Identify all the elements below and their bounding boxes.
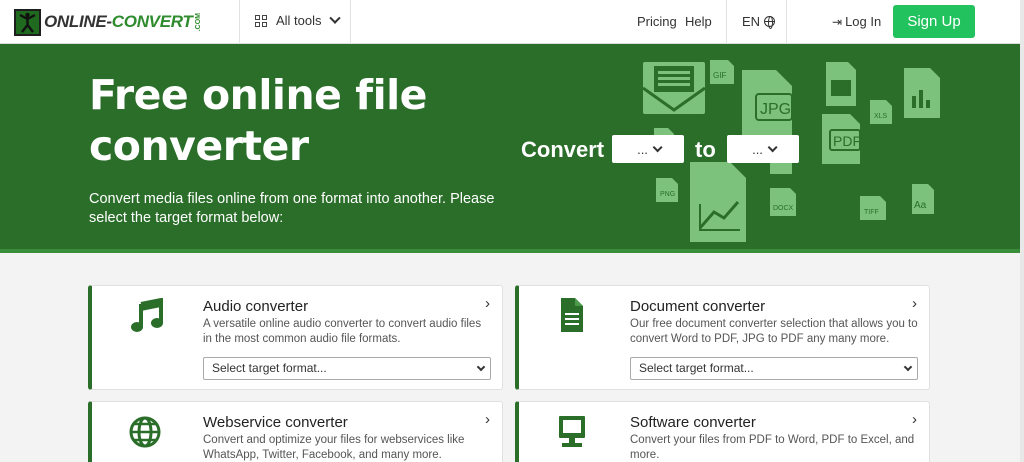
header-divider bbox=[726, 0, 727, 44]
chevron-right-icon[interactable]: › bbox=[912, 411, 917, 428]
to-label: to bbox=[695, 137, 716, 162]
card-description: Convert your files from PDF to Word, PDF… bbox=[630, 434, 915, 461]
document-converter-card[interactable]: Document converter Our free document con… bbox=[515, 285, 930, 390]
chevron-down-icon bbox=[328, 12, 341, 24]
logo-mark-icon bbox=[14, 8, 41, 36]
jpg-label: JPG bbox=[760, 101, 791, 118]
logo-dotcom: .COM bbox=[194, 12, 202, 32]
globe-icon bbox=[129, 416, 161, 448]
top-navigation-bar: ONLINE-CONVERT .COM All tools Pricing He… bbox=[0, 0, 1024, 44]
page-scrollbar[interactable] bbox=[1020, 0, 1024, 462]
card-title: Audio converter bbox=[203, 298, 309, 315]
hero-title: Free online file converter bbox=[89, 71, 427, 170]
card-description: A versatile online audio converter to co… bbox=[203, 318, 482, 345]
header-divider bbox=[239, 0, 240, 44]
chevron-down-icon bbox=[903, 362, 913, 372]
card-title: Webservice converter bbox=[203, 414, 348, 431]
hero-subtitle: Convert media files online from one form… bbox=[89, 191, 495, 226]
target-format-value: ... bbox=[752, 141, 763, 157]
software-converter-card[interactable]: Software converter Convert your files fr… bbox=[515, 401, 930, 462]
all-tools-menu[interactable]: All tools bbox=[255, 12, 341, 28]
chevron-right-icon[interactable]: › bbox=[485, 295, 490, 312]
music-note-icon bbox=[131, 298, 163, 332]
hero-banner: GIF JPG XLS PDF PNG DOCX TIFF Aa Free on… bbox=[0, 44, 1024, 253]
header-divider bbox=[786, 0, 787, 44]
audio-target-format-select[interactable]: Select target format... bbox=[203, 357, 491, 380]
png-label: PNG bbox=[660, 191, 675, 198]
select-placeholder: Select target format... bbox=[212, 361, 327, 375]
webservice-converter-card[interactable]: Webservice converter Convert and optimiz… bbox=[88, 401, 503, 462]
monitor-icon bbox=[559, 416, 585, 447]
card-description: Convert and optimize your files for webs… bbox=[203, 434, 465, 461]
audio-converter-card[interactable]: Audio converter A versatile online audio… bbox=[88, 285, 503, 390]
docx-label: DOCX bbox=[773, 205, 794, 212]
font-label: Aa bbox=[914, 200, 927, 211]
login-icon: ⇥ bbox=[832, 14, 843, 29]
language-label: EN bbox=[742, 14, 761, 29]
chevron-right-icon[interactable]: › bbox=[912, 295, 917, 312]
convert-label: Convert bbox=[521, 137, 605, 162]
header-divider bbox=[350, 0, 351, 44]
source-format-value: ... bbox=[637, 141, 648, 157]
chevron-right-icon[interactable]: › bbox=[485, 411, 490, 428]
all-tools-label: All tools bbox=[276, 13, 322, 28]
source-format-select[interactable]: ... bbox=[612, 135, 684, 163]
site-logo[interactable]: ONLINE-CONVERT .COM bbox=[14, 8, 202, 36]
login-link[interactable]: ⇥ Log In bbox=[832, 14, 881, 29]
pdf-label: PDF bbox=[833, 133, 861, 149]
chevron-down-icon bbox=[652, 141, 663, 152]
select-placeholder: Select target format... bbox=[639, 361, 754, 375]
tiff-label: TIFF bbox=[864, 209, 879, 216]
card-title: Document converter bbox=[630, 298, 766, 315]
pricing-link[interactable]: Pricing bbox=[637, 14, 677, 29]
document-icon bbox=[561, 298, 583, 332]
help-link[interactable]: Help bbox=[685, 14, 712, 29]
language-selector[interactable]: EN bbox=[742, 14, 776, 29]
hero-bottom-stripe bbox=[0, 249, 1024, 253]
grid-icon bbox=[255, 14, 267, 27]
card-description: Our free document converter selection th… bbox=[630, 318, 918, 345]
card-title: Software converter bbox=[630, 414, 756, 431]
target-format-select[interactable]: ... bbox=[727, 135, 799, 163]
chevron-down-icon bbox=[476, 362, 486, 372]
xls-label: XLS bbox=[874, 113, 888, 120]
login-label: Log In bbox=[845, 14, 882, 29]
logo-text: ONLINE-CONVERT bbox=[44, 12, 193, 31]
document-target-format-select[interactable]: Select target format... bbox=[630, 357, 918, 380]
globe-icon bbox=[764, 16, 776, 29]
gif-label: GIF bbox=[713, 71, 726, 80]
signup-button[interactable]: Sign Up bbox=[893, 5, 975, 38]
chevron-down-icon bbox=[767, 141, 778, 152]
